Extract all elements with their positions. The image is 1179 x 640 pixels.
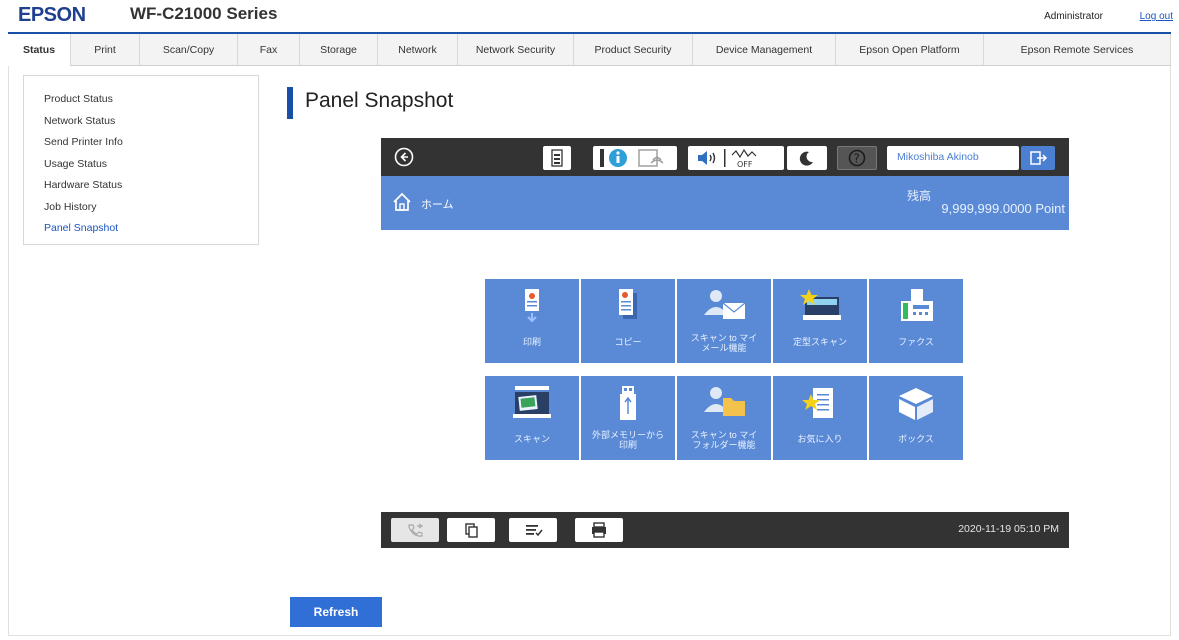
job-list-icon[interactable] — [509, 518, 557, 542]
speaker-icon — [698, 151, 716, 165]
info-icon — [600, 149, 627, 167]
tile-box-label: ボックス — [898, 434, 934, 444]
tile-scan-to-my-folder-line1: スキャン to マイ — [690, 430, 758, 440]
tile-box[interactable]: ボックス — [869, 376, 963, 460]
tab-network-security[interactable]: Network Security — [458, 34, 574, 66]
tile-fax[interactable]: ファクス — [869, 279, 963, 363]
panel-home-menu: 印刷 コピー スキャン to マイ メール機能 定型スキャン ファクス スキャン… — [381, 230, 1069, 512]
balance-value: 9,999,999.0000 Point — [941, 201, 1065, 216]
tile-scan-to-my-mail[interactable]: スキャン to マイ メール機能 — [677, 279, 771, 363]
tile-favorites[interactable]: お気に入り — [773, 376, 867, 460]
wifi-icon — [638, 149, 664, 167]
network-status-group[interactable] — [593, 146, 677, 170]
scanner-icon — [513, 386, 551, 418]
tab-storage[interactable]: Storage — [300, 34, 378, 66]
fax-icon — [901, 289, 933, 321]
tile-scan-to-my-mail-line1: スキャン to マイ — [690, 333, 758, 343]
sidebar-item-send-printer-info[interactable]: Send Printer Info — [44, 132, 258, 154]
usb-memory-icon — [620, 386, 636, 420]
current-user: Administrator — [1044, 11, 1103, 22]
panel-snapshot-image: OFF ? Mikoshiba Akinob ホーム 残高 9,999,999.… — [381, 138, 1069, 548]
tile-external-memory-line1: 外部メモリーから — [591, 430, 664, 440]
scan-to-folder-icon — [704, 387, 745, 416]
tab-scan-copy[interactable]: Scan/Copy — [140, 34, 238, 66]
sidebar-item-product-status[interactable]: Product Status — [44, 89, 258, 111]
tile-preset-scan-label: 定型スキャン — [792, 337, 847, 347]
home-label: ホーム — [421, 199, 454, 211]
status-sidebar: Product Status Network Status Send Print… — [23, 75, 259, 245]
sound-off-label: OFF — [737, 160, 753, 169]
copy-status-icon[interactable] — [447, 518, 495, 542]
tile-scan-to-my-mail-label: スキャン to マイ メール機能 — [677, 333, 771, 353]
tab-device-management[interactable]: Device Management — [693, 34, 836, 66]
tile-scan-to-my-folder-line2: フォルダー機能 — [692, 440, 756, 450]
tile-copy[interactable]: コピー — [581, 279, 675, 363]
sidebar-item-network-status[interactable]: Network Status — [44, 111, 258, 133]
sidebar-item-job-history[interactable]: Job History — [44, 197, 258, 219]
tab-epson-open-platform[interactable]: Epson Open Platform — [836, 34, 984, 66]
ink-icon[interactable] — [543, 146, 571, 170]
panel-user-name: Mikoshiba Akinob — [897, 151, 979, 163]
help-icon[interactable]: ? — [837, 146, 877, 170]
page-title: Panel Snapshot — [305, 89, 454, 112]
tile-print[interactable]: 印刷 — [485, 279, 579, 363]
tile-scan-to-my-folder-label: スキャン to マイ フォルダー機能 — [677, 430, 771, 450]
tile-scan[interactable]: スキャン — [485, 376, 579, 460]
user-account-button[interactable]: Mikoshiba Akinob — [887, 146, 1019, 170]
tile-fax-label: ファクス — [898, 337, 934, 347]
sound-group[interactable]: OFF — [688, 146, 784, 170]
tab-status[interactable]: Status — [8, 34, 71, 66]
scan-to-mail-icon — [704, 290, 746, 319]
preset-scan-icon — [800, 289, 841, 320]
tab-network[interactable]: Network — [378, 34, 458, 66]
tile-print-from-external-memory-label: 外部メモリーから 印刷 — [581, 430, 675, 450]
panel-datetime: 2020-11-19 05:10 PM — [958, 523, 1059, 535]
tile-print-from-external-memory[interactable]: 外部メモリーから 印刷 — [581, 376, 675, 460]
sleep-moon-icon[interactable] — [787, 146, 827, 170]
tab-epson-remote-services[interactable]: Epson Remote Services — [984, 34, 1171, 66]
sidebar-item-panel-snapshot[interactable]: Panel Snapshot — [44, 218, 258, 240]
tile-preset-scan[interactable]: 定型スキャン — [773, 279, 867, 363]
printer-status-icon[interactable] — [575, 518, 623, 542]
favorites-icon — [802, 388, 833, 418]
sound-wave-icon: OFF — [724, 148, 757, 169]
tab-product-security[interactable]: Product Security — [574, 34, 693, 66]
sidebar-item-hardware-status[interactable]: Hardware Status — [44, 175, 258, 197]
tile-print-label: 印刷 — [522, 337, 541, 347]
main-tabbar: Status Print Scan/Copy Fax Storage Netwo… — [8, 32, 1171, 66]
svg-text:?: ? — [854, 152, 860, 166]
panel-top-bar: OFF ? Mikoshiba Akinob — [381, 138, 1069, 176]
tile-scan-to-my-mail-line2: メール機能 — [701, 343, 747, 353]
tab-print[interactable]: Print — [71, 34, 140, 66]
box-icon — [899, 388, 933, 420]
tile-scan-to-my-folder[interactable]: スキャン to マイ フォルダー機能 — [677, 376, 771, 460]
tile-favorites-label: お気に入り — [797, 434, 843, 444]
panel-bottom-bar: 2020-11-19 05:10 PM — [381, 512, 1069, 548]
tile-copy-label: コピー — [614, 337, 642, 347]
refresh-button[interactable]: Refresh — [290, 597, 382, 627]
logout-icon[interactable] — [1021, 146, 1055, 170]
tile-external-memory-line2: 印刷 — [618, 440, 637, 450]
sidebar-item-usage-status[interactable]: Usage Status — [44, 154, 258, 176]
printer-model: WF-C21000 Series — [130, 4, 278, 23]
title-accent-bar — [287, 87, 293, 119]
copy-icon — [619, 289, 637, 319]
fax-status-icon[interactable] — [391, 518, 439, 542]
back-icon[interactable] — [393, 146, 415, 168]
header: EPSON WF-C21000 Series Administrator Log… — [0, 0, 1179, 30]
print-icon — [525, 289, 539, 323]
epson-logo: EPSON — [18, 4, 86, 26]
panel-home-bar: ホーム 残高 9,999,999.0000 Point — [381, 176, 1069, 230]
logout-link[interactable]: Log out — [1140, 11, 1173, 22]
home-icon[interactable] — [391, 191, 413, 213]
tab-fax[interactable]: Fax — [238, 34, 300, 66]
tile-scan-label: スキャン — [513, 434, 550, 444]
